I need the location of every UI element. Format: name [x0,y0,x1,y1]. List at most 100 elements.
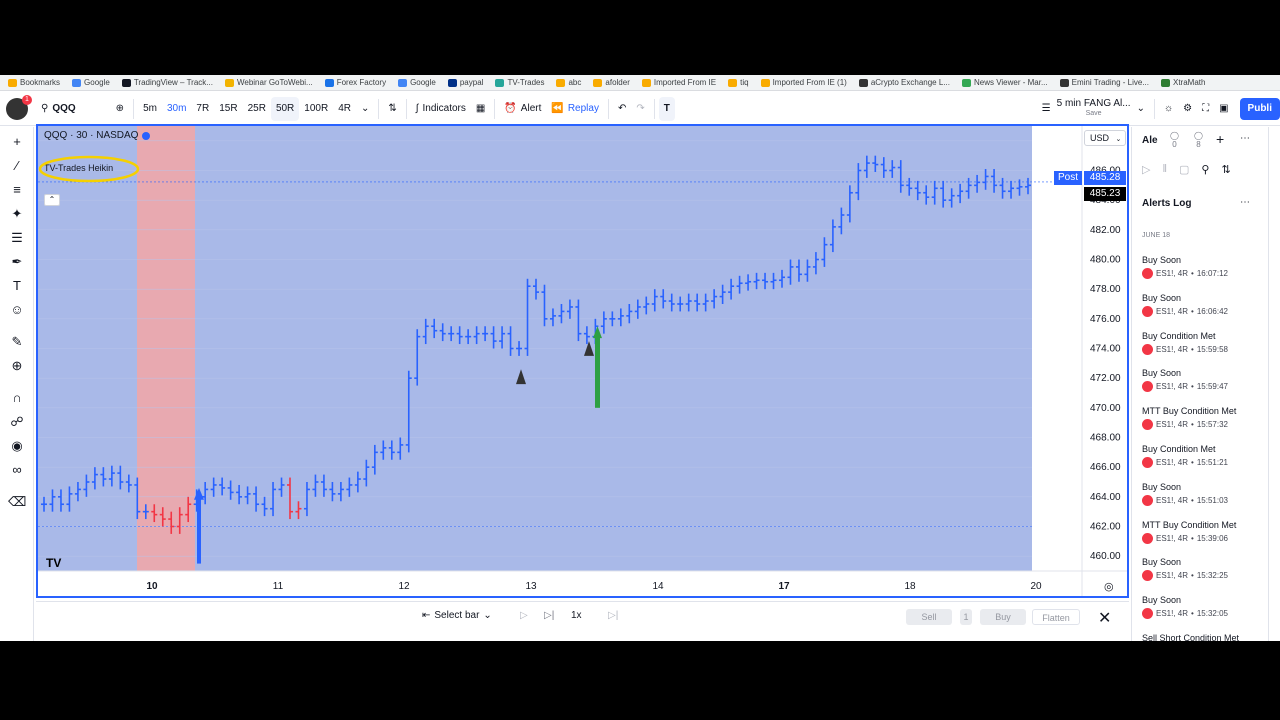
link-icon[interactable]: ∞ [8,461,26,479]
bookmark-item[interactable]: TV-Trades [495,78,544,87]
text-tool-button[interactable]: T [658,96,675,121]
sort-icon[interactable]: ⇅ [1221,163,1230,176]
buy-button[interactable]: Buy [980,609,1026,625]
active-alerts-count[interactable]: ◯ 0 [1170,131,1179,149]
bookmark-item[interactable]: Webinar GoToWebi... [224,78,313,87]
alert-log-item[interactable]: Buy Condition Met ES1!, 4R • 15:59:58 [1142,331,1262,355]
interval-15R[interactable]: 15R [214,97,242,121]
interval-7R[interactable]: 7R [191,97,214,121]
bookmark-label: TV-Trades [507,78,545,87]
bookmark-item[interactable]: Google [398,78,436,87]
active-count: 0 [1172,140,1177,149]
divider [653,98,655,119]
add-alert-button[interactable]: + [1216,131,1224,147]
bookmark-label: Imported From IE [653,78,717,87]
interval-30m[interactable]: 30m [162,97,191,121]
crosshair-icon[interactable]: + [8,133,26,151]
alert-log-item[interactable]: Buy Soon ES1!, 4R • 15:59:47 [1142,368,1262,393]
bookmark-item[interactable]: Bookmarks [8,78,60,87]
trash-icon[interactable]: ⌫ [8,493,26,511]
bookmark-item[interactable]: afolder [593,78,630,87]
bookmark-item[interactable]: Emini Trading - Live... [1059,78,1149,87]
interval-5m[interactable]: 5m [138,97,162,121]
bar-style-button[interactable]: ⇅ [383,97,401,121]
triggered-alerts-count[interactable]: ◯ 8 [1194,131,1203,149]
fullscreen-button[interactable]: ⛶ [1197,97,1214,121]
redo-button[interactable]: ↷ [631,97,649,121]
interval-100R[interactable]: 100R [299,97,333,121]
lock-icon[interactable]: ☍ [8,413,26,431]
bookmark-item[interactable]: aCrypto Exchange L... [858,78,950,87]
bookmark-item[interactable]: tiq [728,78,749,87]
interval-dropdown[interactable]: ⌄ [356,97,374,121]
bookmark-item[interactable]: Google [72,78,110,87]
close-replay-button[interactable]: ✕ [1098,608,1111,628]
layout-button[interactable]: ☰ 5 min FANG Al... Save ⌄ [1037,97,1150,121]
trendline-icon[interactable]: ∕ [8,157,26,175]
quantity-field[interactable]: 1 [960,609,972,625]
step-forward-button[interactable]: ▷| [544,610,554,621]
horizontal-lines-icon[interactable]: ≡ [8,181,26,199]
zoom-icon[interactable]: ⊕ [8,357,26,375]
bookmark-icon [1059,78,1069,87]
eye-icon[interactable]: ◉ [8,437,26,455]
interval-4R[interactable]: 4R [333,97,356,121]
copy-icon[interactable]: ▢ [1179,163,1189,176]
collapse-legend-button[interactable]: ⌃ [44,194,60,206]
play-icon[interactable]: ▷ [1142,163,1150,176]
speed-button[interactable]: 1x [571,610,582,621]
sell-button[interactable]: Sell [906,609,952,625]
log-more-button[interactable]: ⋯ [1240,197,1250,208]
text-icon[interactable]: T [8,277,26,295]
templates-button[interactable]: ▦ [471,97,490,121]
emoji-icon[interactable]: ☺ [8,301,26,319]
quick-search-button[interactable]: ☼ [1159,97,1178,121]
bookmark-item[interactable]: Imported From IE [641,78,717,87]
alert-log-item[interactable]: Buy Soon ES1!, 4R • 16:06:42 [1142,293,1262,317]
x-tick-label: 12 [398,581,410,592]
alert-log-item[interactable]: Buy Soon ES1!, 4R • 15:32:05 [1142,595,1262,620]
currency-selector[interactable]: USD ⌄ [1084,130,1126,146]
magnet-icon[interactable]: ∩ [8,389,26,407]
avatar[interactable]: 1 [6,94,32,120]
alert-log-item[interactable]: MTT Buy Condition Met ES1!, 4R • 15:39:06 [1142,520,1262,544]
undo-button[interactable]: ↶ [613,97,631,121]
bookmark-item[interactable]: Imported From IE (1) [760,78,847,87]
ruler-icon[interactable]: ✎ [8,333,26,351]
alert-log-item[interactable]: MTT Buy Condition Met ES1!, 4R • 15:57:32 [1142,406,1262,431]
bookmark-item[interactable]: XtraMath [1161,78,1205,87]
play-button[interactable]: ▷ [520,610,528,621]
alert-log-item[interactable]: Buy Soon ES1!, 4R • 16:07:12 [1142,255,1262,279]
publish-button[interactable]: Publi [1239,97,1280,120]
jump-realtime-button[interactable]: ▷| [608,610,618,621]
compare-button[interactable]: ⊕ [111,97,129,121]
alert-log-item[interactable]: Sell Short Condition Met [1142,633,1262,641]
search-icon[interactable]: ⚲ [1201,163,1209,176]
select-bar-button[interactable]: ⇤ Select bar ⌄ [422,610,492,621]
chart-pane[interactable]: 460.00 462.00 464.00 466.00 468.00 470.00 472.… [36,124,1129,598]
indicators-button[interactable]: ∫ Indicators [411,97,471,121]
bookmark-label: Google [410,78,436,87]
snapshot-button[interactable]: ▣ [1214,97,1233,121]
pitchfork-icon[interactable]: ✦ [8,205,26,223]
flatten-button[interactable]: Flatten [1032,609,1080,625]
alert-log-item[interactable]: Buy Condition Met ES1!, 4R • 15:51:21 [1142,444,1262,468]
interval-25R[interactable]: 25R [243,97,271,121]
replay-button[interactable]: ⏪ Replay [546,97,604,121]
bookmark-item[interactable]: Forex Factory [324,78,386,87]
fib-icon[interactable]: ☰ [8,229,26,247]
bookmark-item[interactable]: paypal [447,78,483,87]
interval-50R[interactable]: 50R [270,96,300,121]
alert-button[interactable]: ⏰ Alert [499,97,546,121]
symbol-search[interactable]: ⚲ QQQ [36,97,81,121]
alert-log-item[interactable]: Buy Soon ES1!, 4R • 15:51:03 [1142,482,1262,506]
chart-canvas[interactable]: 460.00 462.00 464.00 466.00 468.00 470.00 472.… [38,126,1127,596]
bookmark-item[interactable]: TradingView – Track... [121,78,213,87]
bookmark-item[interactable]: News Viewer - Mar... [961,78,1048,87]
brush-icon[interactable]: ✒ [8,253,26,271]
more-button[interactable]: ⋯ [1240,133,1250,144]
alert-log-item[interactable]: Buy Soon ES1!, 4R • 15:32:25 [1142,557,1262,582]
bookmark-item[interactable]: abc [556,78,581,87]
pause-icon[interactable]: ‖ [1162,163,1167,176]
settings-button[interactable]: ⚙ [1178,97,1197,121]
